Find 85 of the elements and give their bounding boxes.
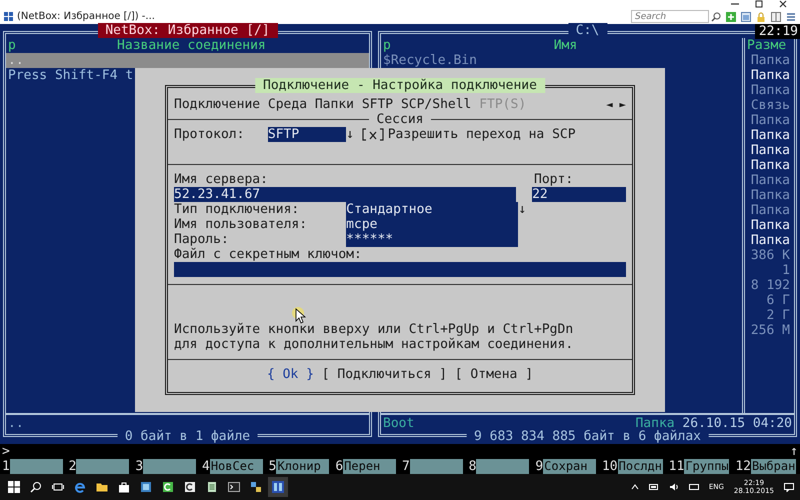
function-key-button[interactable]: Перен xyxy=(343,459,396,474)
column-header: р xyxy=(383,38,391,53)
file-size: 386 К xyxy=(750,248,790,263)
field-label: Имя пользователя: xyxy=(174,217,308,232)
dialog-title: Подключение - Настройка подключение xyxy=(255,78,545,93)
file-name[interactable]: $Recycle.Bin xyxy=(383,53,477,68)
checkbox-label[interactable]: Разрешить переход на SCP xyxy=(388,127,576,142)
password-input[interactable]: ****** xyxy=(346,232,518,247)
column-header: Имя xyxy=(552,38,578,53)
section-title: Сессия xyxy=(376,112,424,127)
file-size: Папка xyxy=(750,128,790,143)
key-number: 8 xyxy=(468,459,476,474)
panel-title: C:\ xyxy=(568,23,608,38)
file-size: 256 М xyxy=(750,323,790,338)
key-number: 11 xyxy=(668,459,684,474)
field-label: Тип подключения: xyxy=(174,202,300,217)
file-size: Папка xyxy=(750,113,790,128)
field-label: Имя сервера: xyxy=(174,172,269,187)
file-size: 6 Г xyxy=(766,293,790,308)
field-label: Файл с секретным ключом: xyxy=(174,247,362,262)
dialog-button[interactable]: [ Отмена ] xyxy=(454,367,534,382)
file-size: Папка xyxy=(750,218,790,233)
dropdown-arrow[interactable]: ↓ xyxy=(346,127,354,142)
panel-footer: 9 683 834 885 байт в 6 файлах xyxy=(466,429,709,444)
info-text: .. xyxy=(8,416,24,431)
field-label: Порт: xyxy=(534,172,574,187)
key-number: 7 xyxy=(400,459,410,474)
info-size: Папка xyxy=(635,416,675,431)
file-size: 8 192 xyxy=(750,278,790,293)
column-header: Разме xyxy=(747,38,786,53)
function-key-button[interactable]: Послдн xyxy=(618,459,663,474)
file-size: Папка xyxy=(750,233,790,248)
column-header: р xyxy=(8,38,16,53)
function-key-button[interactable]: НовСес xyxy=(210,459,263,474)
file-size: Папка xyxy=(750,68,790,83)
function-key-button[interactable]: Клонир xyxy=(276,459,330,474)
field-label: Протокол: xyxy=(174,127,246,142)
dialog-button[interactable]: [ Подключиться ] xyxy=(322,367,447,382)
function-key-button[interactable]: Выбран xyxy=(750,459,796,474)
dialog-tab[interactable]: SCP/Shell xyxy=(400,97,472,112)
file-size: Папка xyxy=(750,143,790,158)
username-input[interactable]: mcpe xyxy=(346,217,518,232)
key-number: 1 xyxy=(1,459,10,474)
file-size: Папка xyxy=(750,188,790,203)
file-size: Связь xyxy=(750,98,790,113)
file-size: 2 Г xyxy=(766,308,790,323)
panel-title: NetBox: Избранное [/] xyxy=(98,23,278,38)
tab-scroll-arrows[interactable]: ◄ ► xyxy=(606,97,626,112)
column-header: Название соединения xyxy=(116,38,267,53)
file-size: Папка xyxy=(750,173,790,188)
function-key-button[interactable]: Группы xyxy=(684,459,730,474)
function-key-button[interactable]: Сохран xyxy=(543,459,596,474)
key-number: 9 xyxy=(534,459,544,474)
file-size: 1 xyxy=(782,263,790,278)
key-number: 3 xyxy=(134,459,144,474)
key-number: 6 xyxy=(334,459,344,474)
info-name: Boot xyxy=(383,416,414,431)
key-number: 4 xyxy=(200,459,210,474)
file-size: Папка xyxy=(750,203,790,218)
protocol-dropdown[interactable]: SFTP xyxy=(268,127,346,142)
key-number: 2 xyxy=(68,459,76,474)
dialog-tab[interactable]: SFTP xyxy=(362,97,394,112)
port-input[interactable]: 22 xyxy=(532,187,626,202)
dropdown-arrow[interactable]: ↓ xyxy=(518,202,526,217)
key-number: 5 xyxy=(268,459,276,474)
dialog-button[interactable]: { Ok } xyxy=(266,367,314,382)
field-label: Пароль: xyxy=(174,232,230,247)
clock: 22:19 xyxy=(754,24,800,39)
command-prompt[interactable]: > xyxy=(2,444,10,459)
info-date: 26.10.15 04:20 xyxy=(682,416,792,431)
panel-footer: 0 байт в 1 файле xyxy=(117,429,258,444)
file-size: Папка xyxy=(750,158,790,173)
hint-text: Используйте кнопки вверху или Ctrl+PgUp и Ctrl+PgDn xyxy=(174,322,574,337)
dialog-tab[interactable]: Подключение xyxy=(174,97,260,112)
hint-text: для доступа к дополнительным настройкам соединения. xyxy=(174,337,574,352)
key-number: 10 xyxy=(600,459,618,474)
dialog-tab[interactable]: Папки xyxy=(314,97,354,112)
file-size: Папка xyxy=(750,83,790,98)
file-size: Папка xyxy=(750,53,790,68)
connection-type-dropdown[interactable]: Стандартное xyxy=(346,202,518,217)
dialog-tab[interactable]: Среда xyxy=(268,97,308,112)
key-number: 12 xyxy=(734,459,751,474)
search-field[interactable]: Search xyxy=(631,10,709,23)
history-arrow[interactable]: ↑ xyxy=(790,444,798,459)
server-input[interactable]: 52.23.41.67 xyxy=(174,187,516,202)
